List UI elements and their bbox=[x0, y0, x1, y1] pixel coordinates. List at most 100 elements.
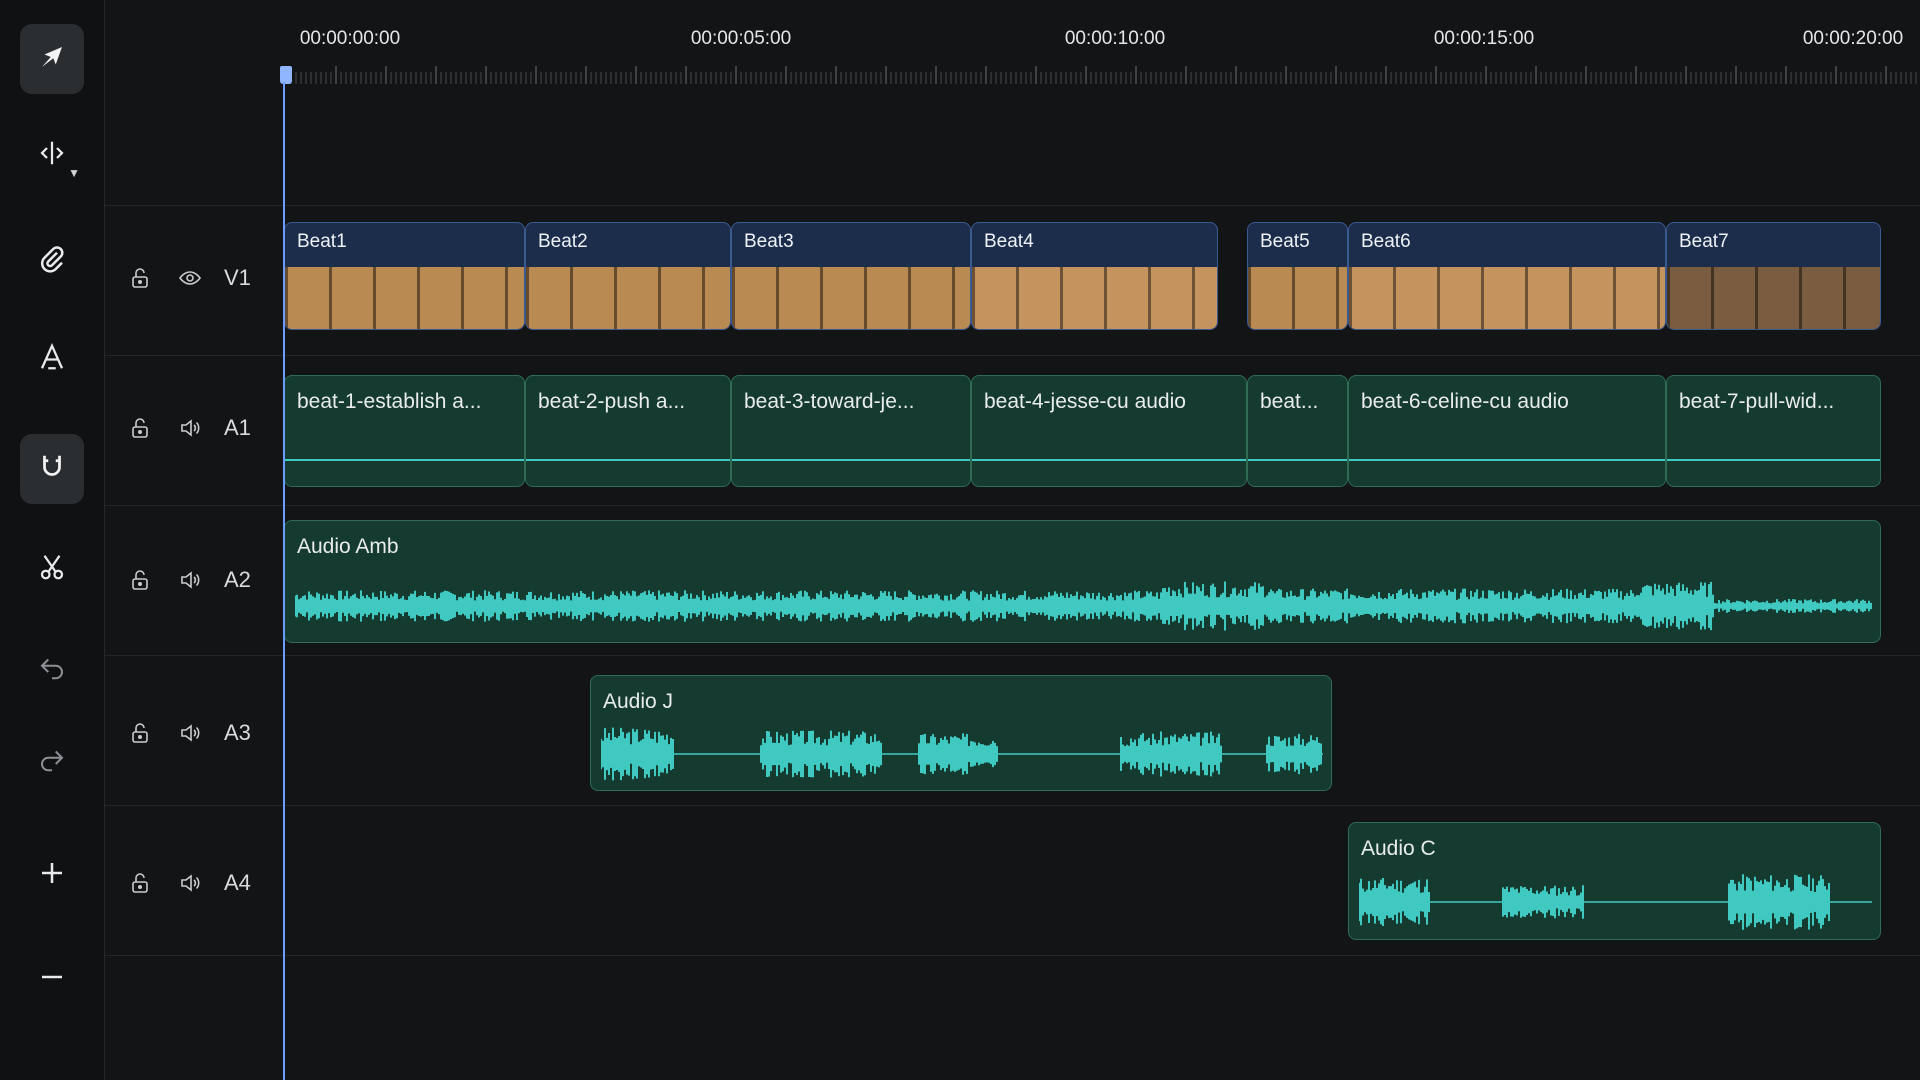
select-tool-button[interactable] bbox=[20, 24, 84, 94]
clip-thumbnails bbox=[972, 267, 1217, 329]
split-arrows-icon bbox=[37, 138, 67, 173]
clip-label: beat-1-establish a... bbox=[297, 390, 482, 413]
audio-clip[interactable]: beat-4-jesse-cu audio bbox=[971, 375, 1247, 487]
lock-icon[interactable] bbox=[126, 566, 154, 594]
video-clip[interactable]: Beat5 bbox=[1247, 222, 1348, 330]
track-divider bbox=[104, 805, 1920, 806]
ruler-label: 00:00:15:00 bbox=[1433, 28, 1535, 49]
clip-label: beat-3-toward-je... bbox=[744, 390, 915, 413]
clip-thumbnails bbox=[1667, 267, 1880, 329]
lock-icon[interactable] bbox=[126, 414, 154, 442]
audio-clip-amb[interactable]: Audio Amb bbox=[284, 520, 1881, 643]
clip-label: beat... bbox=[1260, 390, 1319, 413]
track-header-a1: A1 bbox=[104, 398, 284, 458]
track-divider bbox=[104, 655, 1920, 656]
audio-waveform bbox=[1359, 874, 1872, 930]
chevron-down-icon[interactable]: ▼ bbox=[68, 166, 80, 180]
clip-thumbnails bbox=[1349, 267, 1665, 329]
clip-thumbnails bbox=[1248, 267, 1347, 329]
audio-clip-c[interactable]: Audio C bbox=[1348, 822, 1881, 940]
video-clip[interactable]: Beat4 bbox=[971, 222, 1218, 330]
clip-label: Audio J bbox=[603, 690, 674, 713]
undo-button[interactable] bbox=[20, 634, 84, 704]
volume-line bbox=[972, 459, 1246, 461]
ruler-label: 00:00:10:00 bbox=[1064, 28, 1166, 49]
clip-label: Audio Amb bbox=[297, 535, 399, 558]
scissors-icon bbox=[37, 552, 67, 587]
volume-line bbox=[1248, 459, 1347, 461]
clip-label: Beat7 bbox=[1679, 231, 1729, 252]
clip-label: Beat2 bbox=[538, 231, 588, 252]
speaker-icon[interactable] bbox=[176, 719, 204, 747]
undo-icon bbox=[37, 652, 67, 687]
zoom-out-button[interactable] bbox=[20, 944, 84, 1014]
track-name: V1 bbox=[224, 265, 251, 290]
cut-tool-button[interactable] bbox=[20, 534, 84, 604]
track-name: A1 bbox=[224, 415, 251, 440]
ruler-label: 00:00:00:00 bbox=[299, 28, 401, 49]
lock-icon[interactable] bbox=[126, 719, 154, 747]
clip-label: Beat1 bbox=[297, 231, 347, 252]
track-divider bbox=[104, 505, 1920, 506]
audio-clip-j[interactable]: Audio J bbox=[590, 675, 1332, 791]
snap-tool-button[interactable] bbox=[20, 434, 84, 504]
tool-panel: ▼ bbox=[0, 0, 105, 1080]
volume-line bbox=[285, 459, 524, 461]
eye-icon[interactable] bbox=[176, 264, 204, 292]
clip-label: beat-2-push a... bbox=[538, 390, 686, 413]
audio-clip[interactable]: beat-7-pull-wid... bbox=[1666, 375, 1881, 487]
volume-line bbox=[526, 459, 730, 461]
text-a-icon bbox=[37, 342, 67, 377]
video-clip[interactable]: Beat7 bbox=[1666, 222, 1881, 330]
timeline-ruler[interactable]: 00:00:00:00 00:00:05:00 00:00:10:00 00:0… bbox=[104, 0, 1920, 90]
link-tool-button[interactable] bbox=[20, 226, 84, 296]
text-tool-button[interactable] bbox=[20, 324, 84, 394]
magnet-icon bbox=[37, 452, 67, 487]
ruler-label: 00:00:05:00 bbox=[690, 28, 792, 49]
lock-icon[interactable] bbox=[126, 264, 154, 292]
clip-thumbnails bbox=[732, 267, 970, 329]
speaker-icon[interactable] bbox=[176, 414, 204, 442]
ruler-ticks bbox=[285, 66, 1917, 84]
track-name: A3 bbox=[224, 720, 251, 745]
volume-line bbox=[1667, 459, 1880, 461]
redo-button[interactable] bbox=[20, 726, 84, 796]
audio-clip[interactable]: beat-1-establish a... bbox=[284, 375, 525, 487]
video-clip[interactable]: Beat2 bbox=[525, 222, 731, 330]
track-header-a3: A3 bbox=[104, 703, 284, 763]
audio-clip[interactable]: beat-6-celine-cu audio bbox=[1348, 375, 1666, 487]
track-name: A4 bbox=[224, 870, 251, 895]
ruler-label: 00:00:20:00 bbox=[1802, 28, 1904, 49]
video-clip[interactable]: Beat6 bbox=[1348, 222, 1666, 330]
redo-icon bbox=[37, 744, 67, 779]
track-divider bbox=[104, 355, 1920, 356]
volume-line bbox=[732, 459, 970, 461]
audio-clip[interactable]: beat... bbox=[1247, 375, 1348, 487]
audio-clip[interactable]: beat-2-push a... bbox=[525, 375, 731, 487]
video-clip[interactable]: Beat1 bbox=[284, 222, 525, 330]
clip-label: beat-4-jesse-cu audio bbox=[984, 390, 1186, 413]
audio-clip[interactable]: beat-3-toward-je... bbox=[731, 375, 971, 487]
clip-label: beat-6-celine-cu audio bbox=[1361, 390, 1569, 413]
clip-thumbnails bbox=[285, 267, 524, 329]
track-header-v1: V1 bbox=[104, 248, 284, 308]
plus-icon bbox=[37, 858, 67, 893]
speaker-icon[interactable] bbox=[176, 566, 204, 594]
track-divider bbox=[104, 205, 1920, 206]
track-name: A2 bbox=[224, 567, 251, 592]
track-header-a4: A4 bbox=[104, 853, 284, 913]
minus-icon bbox=[37, 962, 67, 997]
video-clip[interactable]: Beat3 bbox=[731, 222, 971, 330]
clip-label: Beat4 bbox=[984, 231, 1034, 252]
audio-waveform bbox=[601, 727, 1323, 781]
speaker-icon[interactable] bbox=[176, 869, 204, 897]
zoom-in-button[interactable] bbox=[20, 840, 84, 910]
playhead-line[interactable] bbox=[283, 82, 285, 1080]
lock-icon[interactable] bbox=[126, 869, 154, 897]
track-divider bbox=[104, 955, 1920, 956]
track-header-a2: A2 bbox=[104, 550, 284, 610]
clip-label: Beat3 bbox=[744, 231, 794, 252]
clip-label: beat-7-pull-wid... bbox=[1679, 390, 1835, 413]
playhead-handle[interactable] bbox=[280, 66, 292, 84]
trim-tool-button[interactable]: ▼ bbox=[20, 120, 84, 190]
